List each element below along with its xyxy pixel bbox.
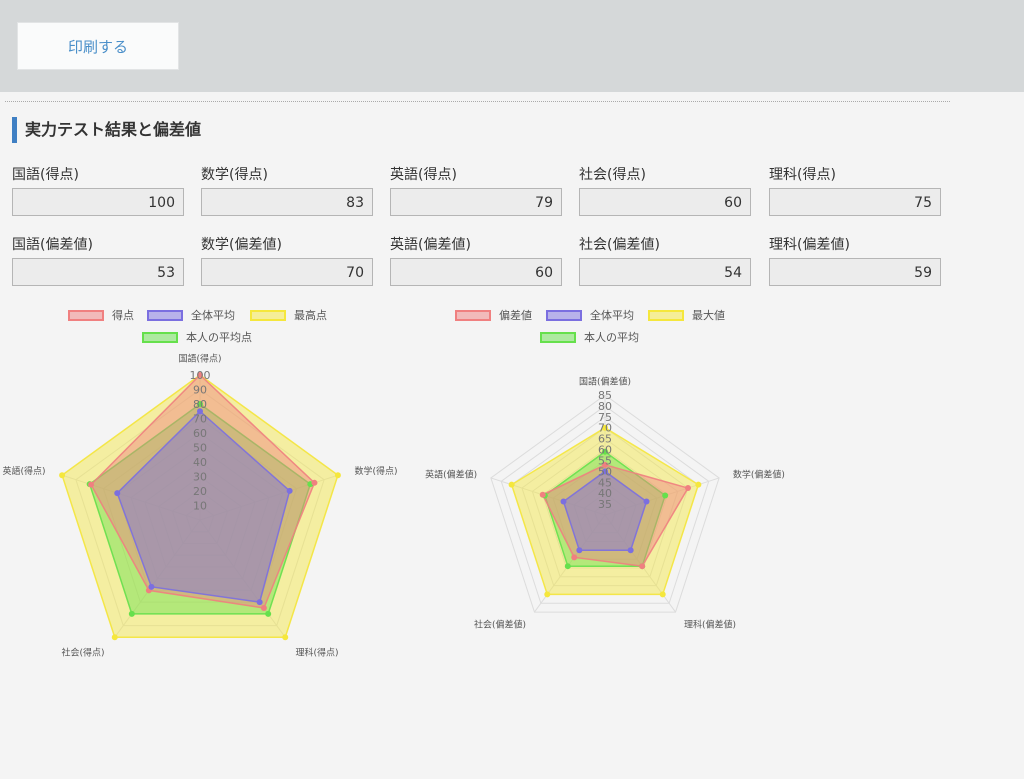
data-point[interactable] xyxy=(114,490,121,497)
score-label-math: 数学(得点) xyxy=(201,167,268,183)
axis-label: 国語(偏差値) xyxy=(579,376,631,388)
data-point[interactable] xyxy=(148,583,155,590)
data-point[interactable] xyxy=(311,479,318,486)
tick-label: 60 xyxy=(193,427,207,440)
data-point[interactable] xyxy=(544,591,551,598)
data-point[interactable] xyxy=(571,554,578,561)
tick-label: 90 xyxy=(193,384,207,397)
divider xyxy=(5,101,950,102)
legend-swatch xyxy=(455,309,491,321)
data-point[interactable] xyxy=(256,599,263,606)
data-point[interactable] xyxy=(643,498,650,505)
deviation-field-japanese[interactable]: 53 xyxy=(12,258,184,286)
legend-swatch xyxy=(540,331,576,343)
print-button[interactable]: 印刷する xyxy=(17,22,179,70)
tick-label: 85 xyxy=(598,389,612,402)
data-point[interactable] xyxy=(128,610,135,617)
deviation-label-english: 英語(偏差値) xyxy=(390,237,471,253)
legend-label: 本人の平均点 xyxy=(186,331,252,344)
data-point[interactable] xyxy=(662,492,669,499)
data-point[interactable] xyxy=(334,472,341,479)
data-point[interactable] xyxy=(508,481,515,488)
tick-label: 40 xyxy=(193,456,207,469)
deviation-radar-chart: 3540455055606570758085国語(偏差値)数学(偏差値)理科(偏… xyxy=(425,376,785,631)
tick-label: 10 xyxy=(193,500,207,513)
tick-label: 70 xyxy=(193,413,207,426)
legend-item-average[interactable]: 全体平均 xyxy=(546,307,634,323)
legend-item-max[interactable]: 最大値 xyxy=(648,307,725,323)
legend-item-personal-average[interactable]: 本人の平均 xyxy=(540,329,639,345)
score-field-japanese[interactable]: 100 xyxy=(12,188,184,216)
deviation-label-math: 数学(偏差値) xyxy=(201,237,282,253)
axis-label: 理科(得点) xyxy=(295,646,338,658)
legend-swatch xyxy=(250,309,286,321)
deviation-field-social[interactable]: 54 xyxy=(579,258,751,286)
score-label-english: 英語(得点) xyxy=(390,167,457,183)
axis-label: 社会(偏差値) xyxy=(474,619,526,631)
legend-swatch xyxy=(68,309,104,321)
data-point[interactable] xyxy=(260,604,267,611)
axis-label: 数学(偏差値) xyxy=(733,468,785,480)
legend-label: 最大値 xyxy=(692,309,725,322)
deviation-field-english[interactable]: 60 xyxy=(390,258,562,286)
axis-label: 理科(偏差値) xyxy=(684,619,736,631)
deviation-label-social: 社会(偏差値) xyxy=(579,237,660,253)
tick-label: 30 xyxy=(193,471,207,484)
legend-label: 偏差値 xyxy=(499,309,532,322)
legend-label: 得点 xyxy=(112,309,134,322)
data-point[interactable] xyxy=(576,547,583,554)
data-point[interactable] xyxy=(659,591,666,598)
tick-label: 20 xyxy=(193,485,207,498)
tick-label: 80 xyxy=(193,398,207,411)
legend-swatch xyxy=(147,309,183,321)
data-point[interactable] xyxy=(265,610,272,617)
data-point[interactable] xyxy=(560,498,567,505)
score-field-social[interactable]: 60 xyxy=(579,188,751,216)
axis-label: 数学(得点) xyxy=(354,465,397,477)
score-field-english[interactable]: 79 xyxy=(390,188,562,216)
score-label-science: 理科(得点) xyxy=(769,167,836,183)
legend-item-personal-average[interactable]: 本人の平均点 xyxy=(142,329,252,345)
data-point[interactable] xyxy=(59,472,66,479)
axis-label: 国語(得点) xyxy=(178,353,221,365)
legend-item-score[interactable]: 得点 xyxy=(68,307,134,323)
data-point[interactable] xyxy=(685,485,692,492)
data-point[interactable] xyxy=(111,634,118,641)
data-point[interactable] xyxy=(639,563,646,570)
data-point[interactable] xyxy=(88,481,95,488)
deviation-label-japanese: 国語(偏差値) xyxy=(12,237,93,253)
legend-swatch xyxy=(648,309,684,321)
score-field-math[interactable]: 83 xyxy=(201,188,373,216)
legend-item-average[interactable]: 全体平均 xyxy=(147,307,235,323)
tick-label: 50 xyxy=(193,442,207,455)
tick-label: 100 xyxy=(190,369,211,382)
deviation-label-science: 理科(偏差値) xyxy=(769,237,850,253)
deviation-field-math[interactable]: 70 xyxy=(201,258,373,286)
legend-label: 最高点 xyxy=(294,309,327,322)
data-point[interactable] xyxy=(627,547,634,554)
top-toolbar: 印刷する xyxy=(0,0,1024,92)
legend-item-max[interactable]: 最高点 xyxy=(250,307,327,323)
legend-label: 本人の平均 xyxy=(584,331,639,344)
axis-label: 英語(偏差値) xyxy=(425,468,477,480)
legend-label: 全体平均 xyxy=(191,309,235,322)
data-point[interactable] xyxy=(286,487,293,494)
score-radar-chart: 10 2030 4050 6070 8090 100 国語(得点) 数学(得点) 理科(得点) 社… xyxy=(3,353,398,659)
axis-label: 英語(得点) xyxy=(3,465,46,477)
score-label-social: 社会(得点) xyxy=(579,167,646,183)
data-point[interactable] xyxy=(695,481,702,488)
section-title: 実力テスト結果と偏差値 xyxy=(12,117,201,143)
axis-label: 社会(得点) xyxy=(62,646,105,658)
deviation-field-science[interactable]: 59 xyxy=(769,258,941,286)
legend-swatch xyxy=(546,309,582,321)
score-field-science[interactable]: 75 xyxy=(769,188,941,216)
data-point[interactable] xyxy=(564,563,571,570)
score-label-japanese: 国語(得点) xyxy=(12,167,79,183)
data-point[interactable] xyxy=(282,634,289,641)
data-point[interactable] xyxy=(539,491,546,498)
legend-item-deviation[interactable]: 偏差値 xyxy=(455,307,532,323)
legend-swatch xyxy=(142,331,178,343)
legend-label: 全体平均 xyxy=(590,309,634,322)
